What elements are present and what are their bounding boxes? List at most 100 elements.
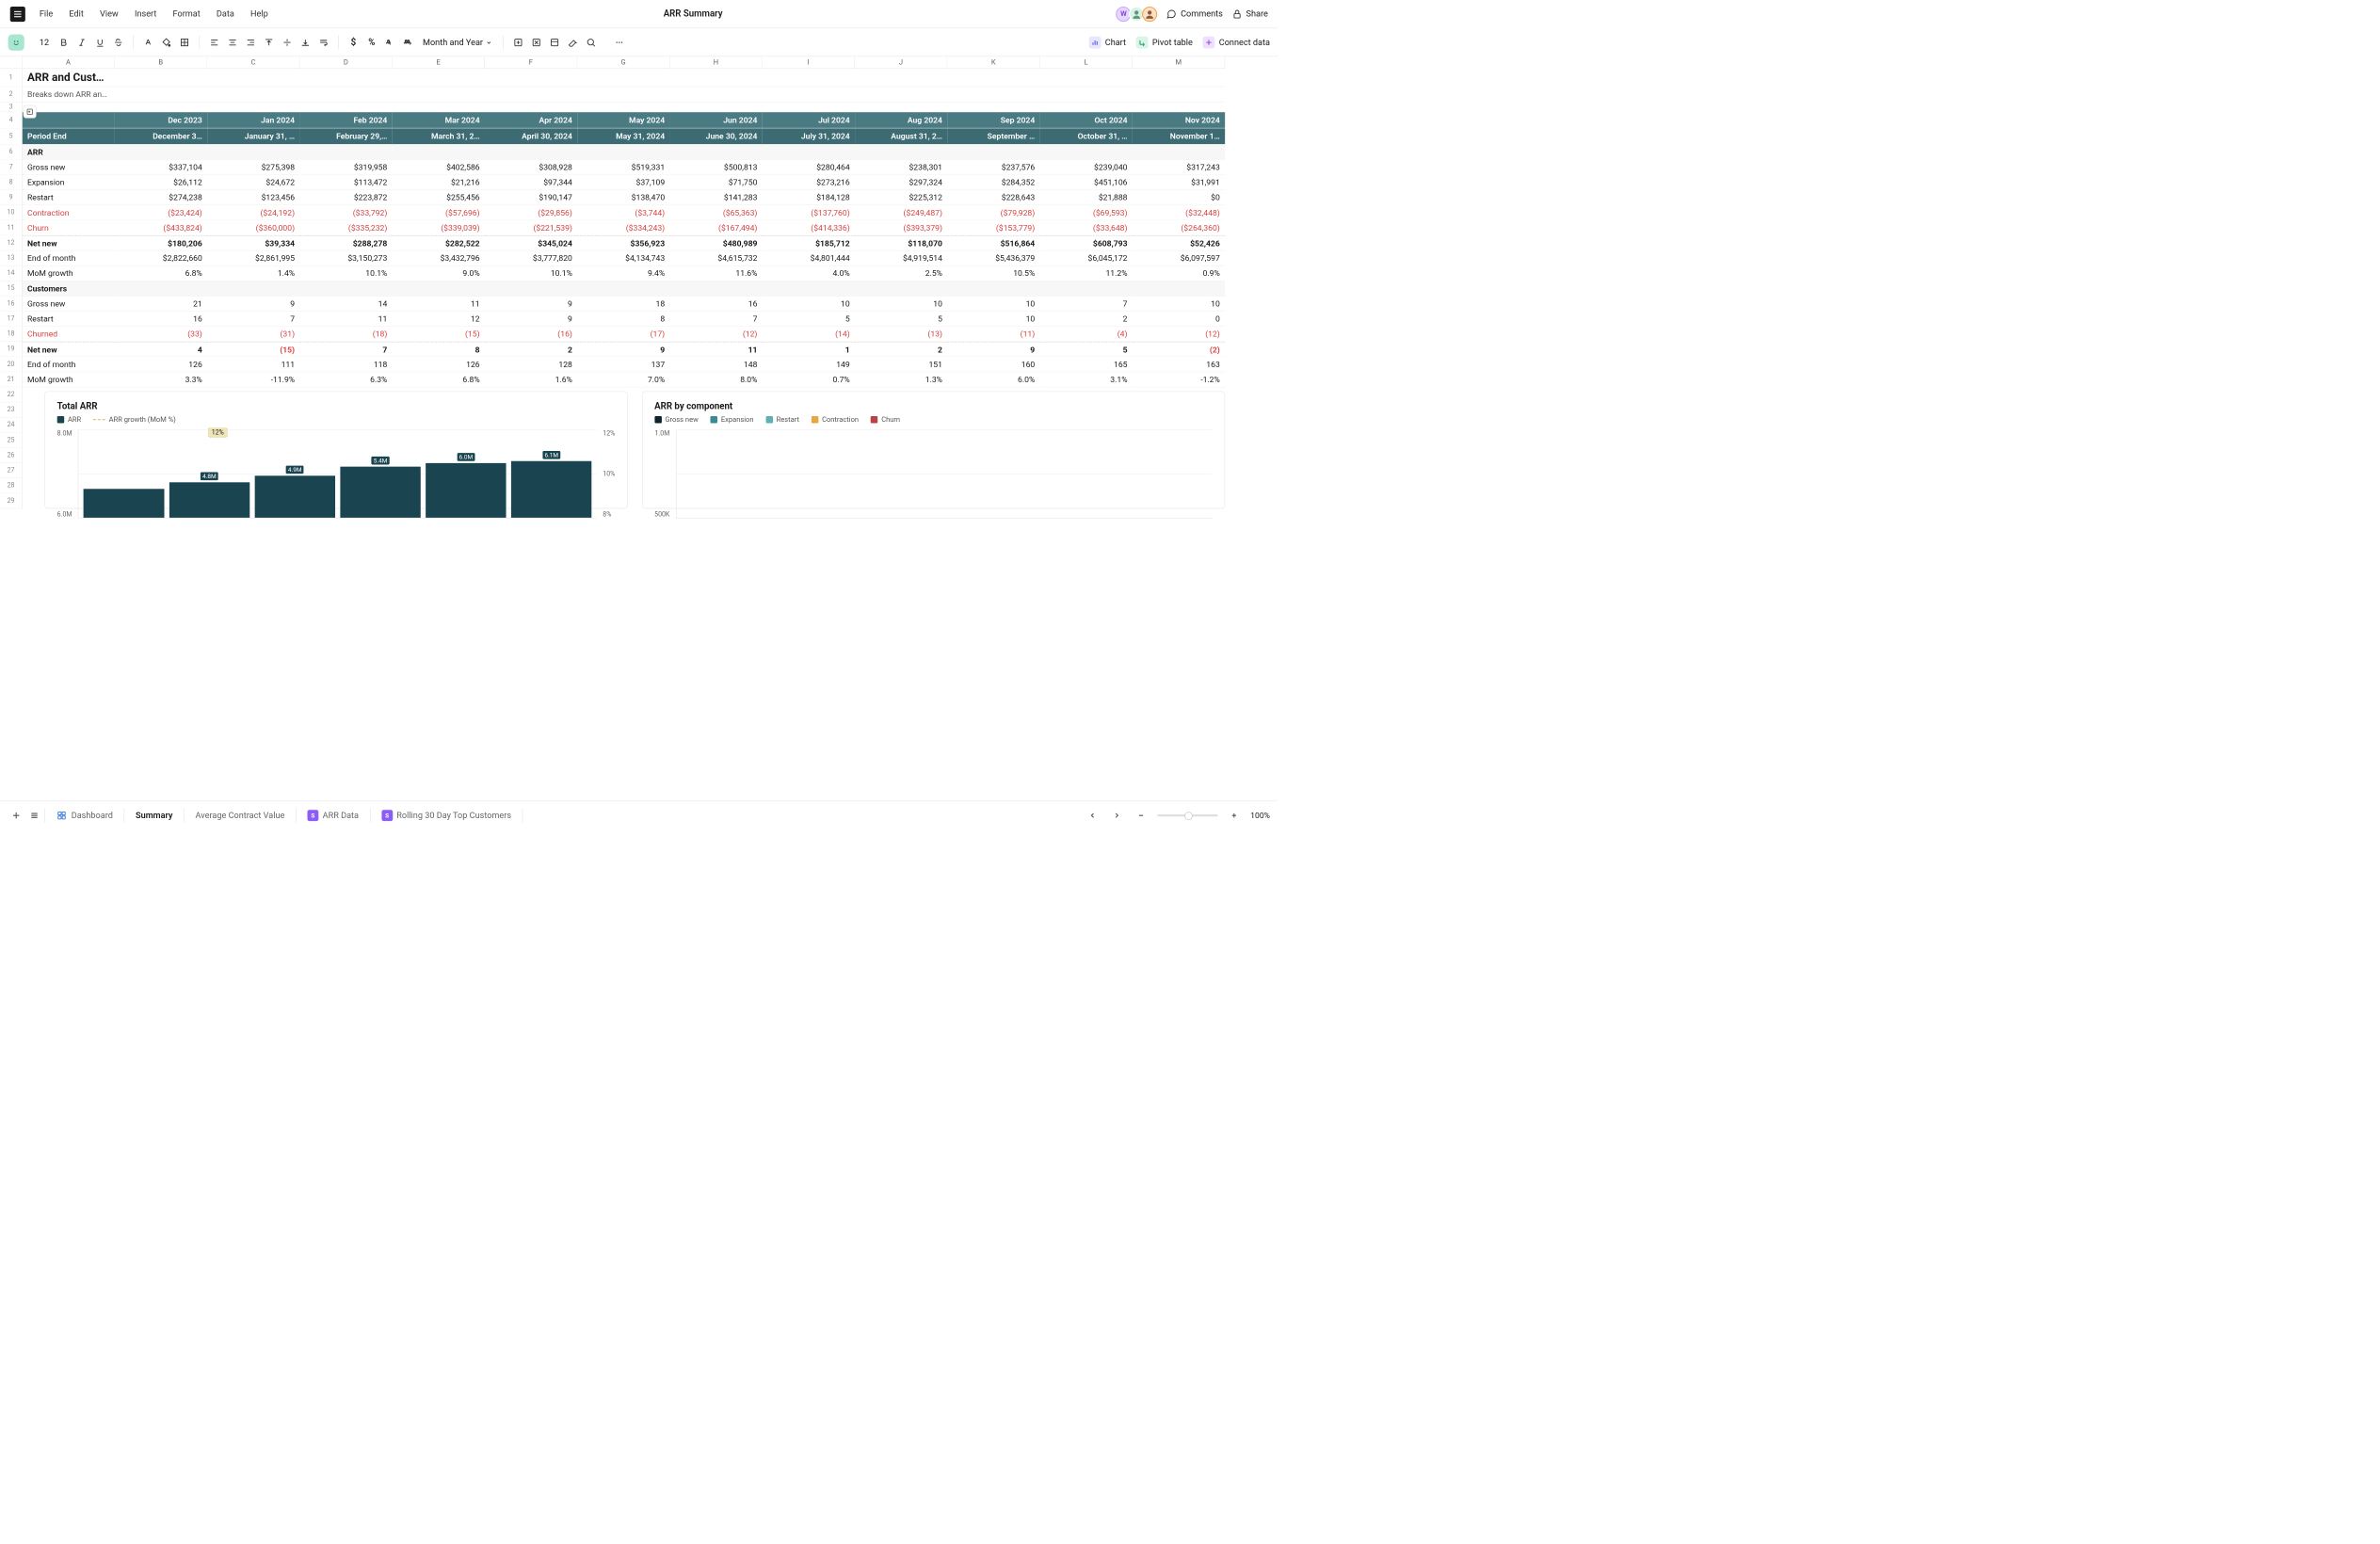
cell[interactable]: $118,070 <box>855 235 947 250</box>
cell[interactable]: 10.1% <box>485 265 577 281</box>
cell[interactable]: $345,024 <box>485 235 577 250</box>
number-format-dropdown[interactable]: Month and Year <box>419 37 496 47</box>
cell[interactable] <box>947 145 1039 160</box>
cell[interactable]: ($33,648) <box>1040 220 1133 235</box>
zoom-percent[interactable]: 100% <box>1250 811 1270 820</box>
cell[interactable]: $71,750 <box>670 175 763 190</box>
cell[interactable]: Period End <box>23 128 115 144</box>
cell[interactable]: $97,344 <box>485 175 577 190</box>
cell[interactable]: ($79,928) <box>947 205 1039 220</box>
cell[interactable] <box>947 87 1039 102</box>
row-header[interactable]: 9 <box>0 190 23 205</box>
cell[interactable]: 21 <box>115 297 207 312</box>
menu-file[interactable]: File <box>40 8 53 19</box>
row-header[interactable]: 14 <box>0 265 23 281</box>
cell[interactable]: ARR and Customer Count Summary <box>23 69 115 87</box>
cell[interactable]: ($57,696) <box>393 205 485 220</box>
cell[interactable]: 18 <box>577 297 669 312</box>
bar[interactable]: 6.1M <box>511 461 591 518</box>
cell[interactable]: 149 <box>763 357 855 372</box>
cell[interactable]: (31) <box>207 327 299 342</box>
cell[interactable] <box>670 281 763 297</box>
row-header[interactable]: 28 <box>0 478 23 493</box>
cell[interactable] <box>393 69 485 87</box>
cell[interactable] <box>207 102 299 112</box>
cell[interactable] <box>115 87 207 102</box>
cell[interactable]: $284,352 <box>947 175 1039 190</box>
cell[interactable]: Feb 2024 <box>299 112 392 128</box>
bar[interactable]: 4.8M <box>169 482 249 518</box>
wrap-button[interactable] <box>316 35 331 50</box>
cell[interactable]: 12 <box>393 312 485 327</box>
cell[interactable]: ($69,593) <box>1040 205 1133 220</box>
cell[interactable] <box>299 87 392 102</box>
menu-data[interactable]: Data <box>217 8 234 19</box>
cell[interactable]: ($167,494) <box>670 220 763 235</box>
cell[interactable]: (12) <box>1133 327 1225 342</box>
cell[interactable]: 11 <box>670 342 763 357</box>
cell[interactable]: 9 <box>577 342 669 357</box>
cell[interactable]: 9.0% <box>393 265 485 281</box>
cell[interactable] <box>947 69 1039 87</box>
cell[interactable]: 10 <box>855 297 947 312</box>
cell[interactable]: $3,432,796 <box>393 250 485 265</box>
cell[interactable]: (17) <box>577 327 669 342</box>
prev-sheet-button[interactable] <box>1085 807 1101 823</box>
cell[interactable] <box>947 281 1039 297</box>
cell[interactable] <box>299 145 392 160</box>
cell[interactable]: 7 <box>207 312 299 327</box>
cell[interactable]: 8 <box>393 342 485 357</box>
cell[interactable]: ($23,424) <box>115 205 207 220</box>
cell[interactable]: Net new <box>23 342 115 357</box>
cell[interactable]: Customers <box>23 281 115 297</box>
cell[interactable]: 4.0% <box>763 265 855 281</box>
cell[interactable]: 128 <box>485 357 577 372</box>
cell[interactable]: 9 <box>207 297 299 312</box>
cell[interactable] <box>1133 145 1225 160</box>
cell[interactable] <box>485 87 577 102</box>
cell[interactable]: 5 <box>855 312 947 327</box>
cell[interactable]: $225,312 <box>855 190 947 205</box>
zoom-slider[interactable] <box>1157 814 1217 816</box>
col-header[interactable]: M <box>1133 56 1225 69</box>
cell[interactable] <box>763 69 855 87</box>
cell[interactable]: ($339,039) <box>393 220 485 235</box>
document-title[interactable]: ARR Summary <box>268 8 1118 19</box>
col-header[interactable]: A <box>23 56 115 69</box>
cell[interactable]: 126 <box>115 357 207 372</box>
borders-button[interactable] <box>177 35 192 50</box>
cell[interactable]: December 3… <box>115 128 207 144</box>
cell[interactable]: 5 <box>1040 342 1133 357</box>
tab-rolling30[interactable]: S Rolling 30 Day Top Customers <box>373 806 521 825</box>
cell[interactable]: $0 <box>1133 190 1225 205</box>
cell[interactable] <box>1133 102 1225 112</box>
cell[interactable] <box>577 145 669 160</box>
cell[interactable]: 160 <box>947 357 1039 372</box>
cell[interactable]: $402,586 <box>393 160 485 175</box>
add-sheet-button[interactable] <box>8 807 24 823</box>
cell[interactable]: ($32,448) <box>1133 205 1225 220</box>
cell[interactable]: 6.3% <box>299 372 392 387</box>
textcolor-button[interactable] <box>140 35 155 50</box>
cell[interactable] <box>299 102 392 112</box>
cell[interactable] <box>670 87 763 102</box>
cell[interactable]: (18) <box>299 327 392 342</box>
cell[interactable]: ($393,379) <box>855 220 947 235</box>
cell[interactable]: (14) <box>763 327 855 342</box>
col-header[interactable]: L <box>1040 56 1133 69</box>
cell[interactable]: 2.5% <box>855 265 947 281</box>
cell[interactable]: 10 <box>947 312 1039 327</box>
row-header[interactable]: 26 <box>0 448 23 463</box>
cell[interactable]: 14 <box>299 297 392 312</box>
cell[interactable]: $3,150,273 <box>299 250 392 265</box>
cell[interactable] <box>115 102 207 112</box>
cell[interactable] <box>1133 69 1225 87</box>
cell[interactable]: ($414,336) <box>763 220 855 235</box>
tab-acv[interactable]: Average Contract Value <box>186 806 294 824</box>
cell[interactable]: Aug 2024 <box>855 112 947 128</box>
cell[interactable] <box>855 102 947 112</box>
cell[interactable]: $274,238 <box>115 190 207 205</box>
cell[interactable] <box>577 102 669 112</box>
cell[interactable] <box>393 102 485 112</box>
cell[interactable]: 6.0% <box>947 372 1039 387</box>
